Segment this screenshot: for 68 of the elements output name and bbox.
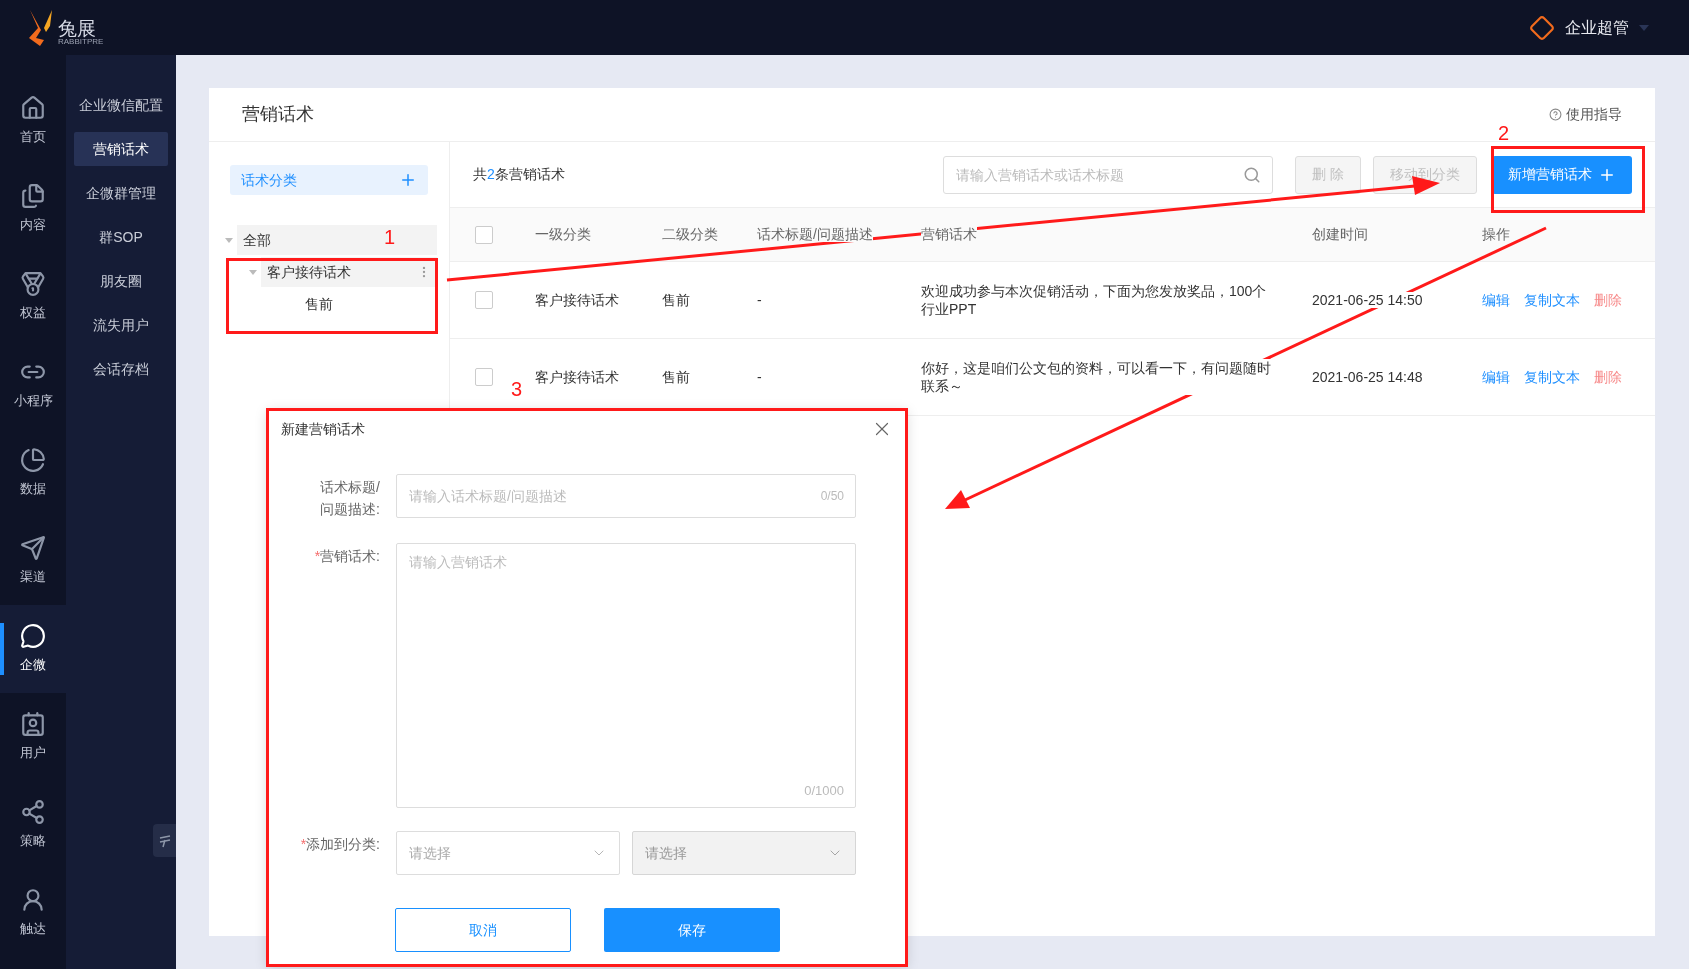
rail-item[interactable]: 首页 bbox=[0, 77, 66, 165]
documents-icon bbox=[20, 183, 46, 210]
checkbox[interactable] bbox=[475, 291, 493, 309]
add-icon bbox=[399, 171, 417, 189]
column-header: 二级分类 bbox=[662, 226, 718, 242]
user-icon bbox=[20, 887, 46, 914]
collapse-icon bbox=[158, 833, 171, 848]
subnav-item[interactable]: 企微群管理 bbox=[74, 176, 168, 210]
subnav-item[interactable]: 营销话术 bbox=[74, 132, 168, 166]
active-indicator bbox=[0, 623, 4, 675]
annotation-number: 2 bbox=[1498, 122, 1510, 144]
subnav-item[interactable]: 群SOP bbox=[74, 220, 168, 254]
diamond-icon bbox=[1529, 14, 1555, 41]
rail-item[interactable]: 触达 bbox=[0, 869, 66, 957]
brand-name: 兔展 bbox=[58, 18, 96, 38]
table-cell: 客户接待话术 bbox=[535, 368, 619, 385]
column-header: 话术标题/问题描述 bbox=[757, 226, 873, 242]
rail-item[interactable]: 用户 bbox=[0, 693, 66, 781]
rail-item[interactable]: 企微 bbox=[0, 605, 66, 693]
field-label: 添加到分类: bbox=[306, 835, 380, 854]
rail-item[interactable]: 策略 bbox=[0, 781, 66, 869]
subnav-item[interactable]: 朋友圈 bbox=[74, 264, 168, 298]
rail-item[interactable]: 小程序 bbox=[0, 341, 66, 429]
column-header: 一级分类 bbox=[535, 226, 591, 242]
annotation-number: 3 bbox=[511, 378, 523, 400]
brand-tagline: RABBITPRE bbox=[58, 37, 104, 46]
table-cell: 客户接待话术 bbox=[535, 291, 619, 308]
checkbox[interactable] bbox=[475, 225, 493, 244]
annotation-number: 1 bbox=[384, 226, 396, 248]
chat-bubble-icon bbox=[20, 623, 46, 650]
user-name[interactable]: 企业超管 bbox=[1565, 15, 1629, 40]
nodes-icon bbox=[20, 799, 46, 826]
contact-card-icon bbox=[20, 711, 46, 738]
rail-item[interactable]: 权益 bbox=[0, 253, 66, 341]
subnav-item[interactable]: 会话存档 bbox=[74, 352, 168, 386]
table-cell: 2021-06-25 14:50 bbox=[1312, 291, 1423, 308]
search-icon[interactable] bbox=[1243, 165, 1262, 184]
subnav-item[interactable]: 企业微信配置 bbox=[74, 88, 168, 122]
home-icon bbox=[20, 95, 46, 122]
field-label: 话术标题/ bbox=[320, 478, 380, 497]
char-counter: 0/1000 bbox=[804, 781, 844, 800]
subnav-item[interactable]: 流失用户 bbox=[74, 308, 168, 342]
caret-icon[interactable] bbox=[1639, 24, 1649, 31]
char-counter: 0/50 bbox=[820, 488, 844, 505]
tree-item[interactable]: 客户接待话术 bbox=[261, 257, 437, 287]
required-mark: * bbox=[300, 835, 307, 854]
checkbox[interactable] bbox=[475, 368, 493, 386]
dialog-title: 新建营销话术 bbox=[281, 419, 365, 439]
rail-item[interactable]: 数据 bbox=[0, 429, 66, 517]
rail-item[interactable]: 内容 bbox=[0, 165, 66, 253]
required-mark: * bbox=[314, 547, 321, 566]
field-label: 营销话术: bbox=[320, 547, 380, 566]
medal-icon bbox=[20, 271, 46, 298]
table-cell: 售前 bbox=[662, 368, 690, 385]
paper-plane-icon bbox=[20, 535, 46, 562]
help-link[interactable]: 使用指导 bbox=[1549, 104, 1622, 125]
help-icon bbox=[1549, 108, 1562, 121]
table-cell: 售前 bbox=[662, 291, 690, 308]
rail-item[interactable]: 渠道 bbox=[0, 517, 66, 605]
collapse-handle[interactable] bbox=[153, 824, 176, 857]
search-field[interactable]: 请输入营销话术或话术标题 bbox=[943, 155, 1274, 194]
column-header: 操作 bbox=[1482, 226, 1510, 242]
column-header: 创建时间 bbox=[1312, 226, 1368, 242]
page-title: 营销话术 bbox=[242, 103, 314, 126]
record-count: 共2条营销话术 bbox=[473, 165, 565, 184]
field-label: 问题描述: bbox=[320, 500, 380, 519]
pie-chart-icon bbox=[20, 447, 46, 474]
column-header: 营销话术 bbox=[921, 226, 977, 242]
